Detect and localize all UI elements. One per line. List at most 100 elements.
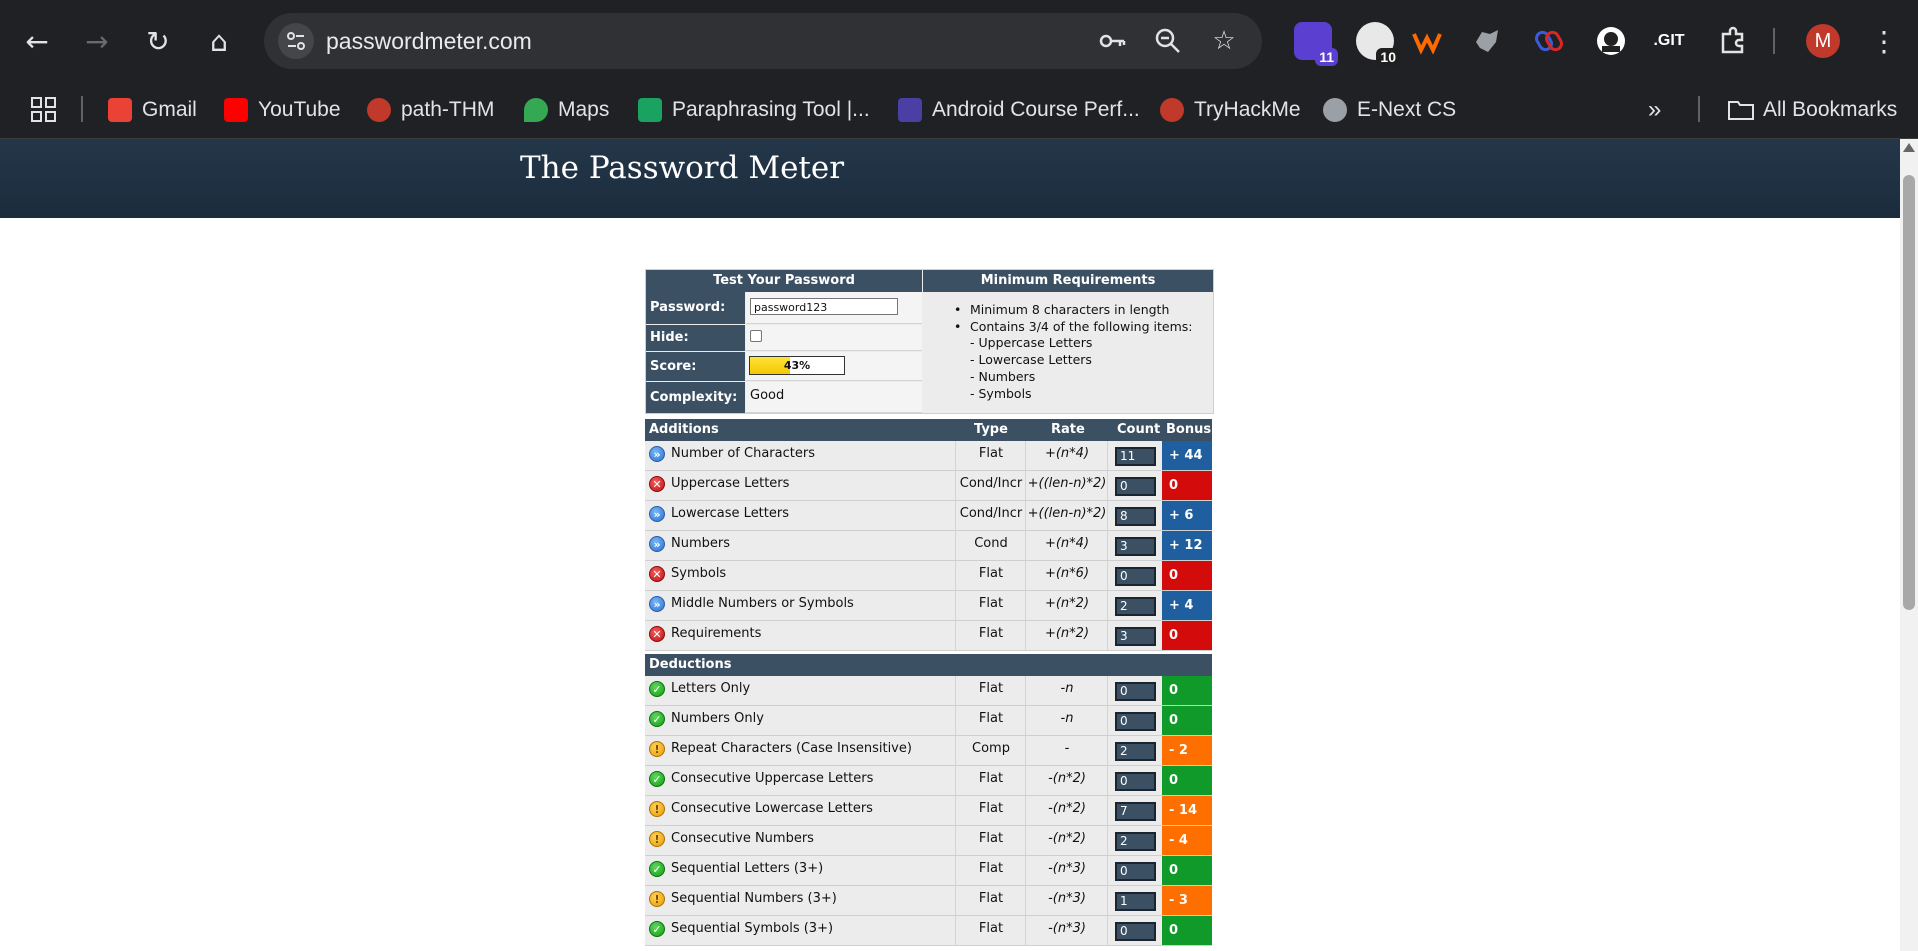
table-row: » Numbers Cond +(n*4) 3 + 12: [645, 531, 1212, 561]
reload-icon[interactable]: ↻: [138, 22, 178, 62]
extension-git-icon[interactable]: .GIT: [1650, 22, 1688, 60]
globe-icon: [1323, 98, 1347, 123]
warn-status-icon: !: [649, 801, 665, 817]
extension-link-icon[interactable]: [1530, 22, 1568, 60]
site-info-icon[interactable]: [278, 23, 314, 59]
table-row: ✓ Consecutive Uppercase Letters Flat -(n*2)…: [645, 766, 1212, 796]
bookmark-label: Paraphrasing Tool |...: [672, 98, 870, 121]
browser-toolbar: ← → ↻ ⌂ passwordmeter.com ☆ 11 10 .GIT M…: [0, 0, 1918, 82]
scroll-thumb[interactable]: [1903, 175, 1915, 610]
count-header: Count: [1117, 422, 1161, 437]
criterion-rate: -(n*2): [1025, 766, 1108, 795]
pass-status-icon: ✓: [649, 771, 665, 787]
criterion-name: Letters Only: [671, 681, 751, 696]
criterion-type: Flat: [955, 766, 1026, 795]
home-icon[interactable]: ⌂: [199, 22, 239, 62]
gmail-icon: [108, 98, 132, 123]
criterion-name: Requirements: [671, 626, 762, 641]
criterion-rate: -(n*3): [1025, 856, 1108, 885]
count-field: 1: [1115, 892, 1156, 911]
bonus-header: Bonus: [1166, 422, 1212, 437]
criterion-rate: +((len-n)*2): [1025, 501, 1108, 530]
requirement-item: • Minimum 8 characters in length: [954, 302, 1170, 317]
bonus-value: - 2: [1162, 736, 1212, 765]
extension-notes-icon[interactable]: 10: [1356, 22, 1400, 66]
extensions-puzzle-icon[interactable]: [1714, 22, 1752, 60]
cloud-icon: [367, 98, 391, 123]
extension-hacker-icon[interactable]: [1592, 22, 1630, 60]
extension-fox-icon[interactable]: [1468, 22, 1506, 60]
criterion-name: Sequential Numbers (3+): [671, 891, 837, 906]
bookmark-label: Gmail: [142, 98, 197, 121]
criterion-name: Number of Characters: [671, 446, 815, 461]
password-key-icon[interactable]: [1094, 23, 1130, 59]
bookmark-maps[interactable]: Maps: [524, 90, 609, 130]
requirement-subitem: - Symbols: [970, 385, 1032, 401]
criterion-rate: -: [1025, 736, 1108, 765]
bookmark-paraphrasing[interactable]: Paraphrasing Tool |...: [638, 90, 870, 130]
youtube-icon: [224, 98, 248, 123]
address-bar[interactable]: passwordmeter.com ☆: [264, 13, 1262, 69]
menu-kebab-icon[interactable]: ⋮: [1870, 22, 1898, 62]
type-header: Type: [974, 422, 1008, 437]
criterion-type: Flat: [955, 676, 1026, 705]
requirement-item: • Contains 3/4 of the following items:: [954, 318, 1193, 334]
criterion-type: Flat: [955, 621, 1026, 650]
bookmark-label: E-Next CS: [1357, 98, 1457, 121]
bookmark-tryhackme[interactable]: TryHackMe: [1160, 90, 1301, 130]
back-icon[interactable]: ←: [17, 22, 57, 62]
all-bookmarks-folder[interactable]: All Bookmarks: [1727, 90, 1897, 130]
info-status-icon: »: [649, 446, 665, 462]
extension-purple-icon[interactable]: 11: [1294, 22, 1338, 66]
cloud-icon: [1160, 98, 1184, 123]
apps-grid-icon[interactable]: [30, 90, 58, 130]
criterion-name: Repeat Characters (Case Insensitive): [671, 741, 912, 756]
criterion-type: Flat: [955, 886, 1026, 915]
table-row: » Middle Numbers or Symbols Flat +(n*2) 2 + 4: [645, 591, 1212, 621]
score-bar: 43%: [749, 356, 845, 375]
count-field: 0: [1115, 682, 1156, 701]
deductions-header: Deductions: [649, 657, 732, 672]
bookmark-enext[interactable]: E-Next CS: [1323, 90, 1456, 130]
page-title: The Password Meter: [520, 150, 845, 186]
hide-label: Hide:: [646, 325, 745, 351]
table-row: ✓ Sequential Letters (3+) Flat -(n*3) 0 0: [645, 856, 1212, 886]
more-bookmarks-icon[interactable]: »: [1648, 90, 1661, 130]
score-text: 43%: [783, 359, 811, 372]
hide-checkbox[interactable]: [750, 330, 762, 342]
criterion-type: Cond: [955, 531, 1026, 560]
bookmark-youtube[interactable]: YouTube: [224, 90, 341, 130]
zoom-icon[interactable]: [1150, 23, 1186, 59]
criterion-rate: -(n*3): [1025, 916, 1108, 945]
bonus-value: 0: [1162, 916, 1212, 945]
password-input[interactable]: password123: [750, 298, 898, 315]
bookmark-android-course[interactable]: Android Course Perf...: [898, 90, 1140, 130]
score-label: Score:: [646, 352, 745, 381]
count-field: 2: [1115, 742, 1156, 761]
table-row: ! Sequential Numbers (3+) Flat -(n*3) 1 - 3: [645, 886, 1212, 916]
criterion-rate: +(n*4): [1025, 531, 1108, 560]
forward-icon[interactable]: →: [77, 22, 117, 62]
criterion-type: Flat: [955, 796, 1026, 825]
pass-status-icon: ✓: [649, 681, 665, 697]
table-row: ✓ Sequential Symbols (3+) Flat -(n*3) 0 0: [645, 916, 1212, 946]
warn-status-icon: !: [649, 831, 665, 847]
bookmark-star-icon[interactable]: ☆: [1206, 23, 1242, 59]
bookmark-path-thm[interactable]: path-THM: [367, 90, 494, 130]
url-text[interactable]: passwordmeter.com: [326, 13, 532, 69]
criterion-name: Symbols: [671, 566, 727, 581]
count-field: 0: [1115, 862, 1156, 881]
bookmark-label: path-THM: [401, 98, 495, 121]
extension-wappalyzer-icon[interactable]: [1408, 22, 1446, 60]
scroll-up-arrow-icon[interactable]: [1903, 143, 1915, 152]
site-header: [0, 139, 1900, 218]
criterion-rate: +(n*4): [1025, 441, 1108, 470]
bookmarks-divider: [81, 96, 83, 122]
info-status-icon: »: [649, 596, 665, 612]
profile-avatar[interactable]: M: [1806, 24, 1840, 58]
pe-icon: [898, 98, 922, 123]
info-status-icon: »: [649, 536, 665, 552]
criterion-name: Consecutive Lowercase Letters: [671, 801, 873, 816]
bookmark-gmail[interactable]: Gmail: [108, 90, 197, 130]
fail-status-icon: ✕: [649, 476, 665, 492]
